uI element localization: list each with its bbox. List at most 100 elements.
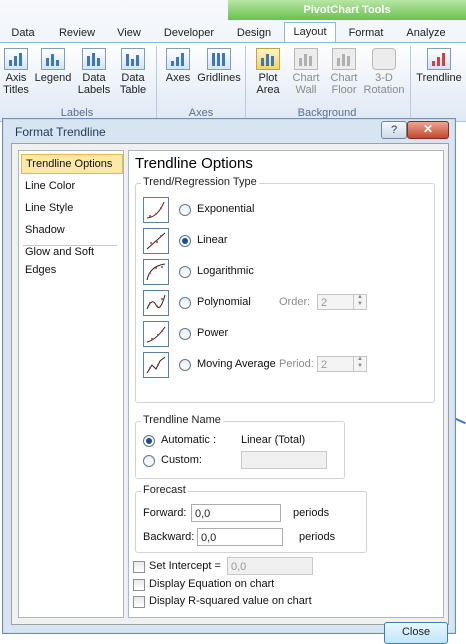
- data-labels-label: Data Labels: [77, 72, 111, 96]
- display-r-squared-checkbox[interactable]: [133, 596, 145, 608]
- set-intercept-input[interactable]: 0,0: [227, 557, 313, 575]
- nav-item-shadow[interactable]: Shadow: [21, 221, 121, 239]
- tab-data[interactable]: Data: [4, 24, 42, 42]
- display-equation-checkbox[interactable]: [133, 579, 145, 591]
- tab-analyze[interactable]: Analyze: [400, 24, 452, 42]
- gridlines-button[interactable]: Gridlines: [196, 48, 242, 84]
- trendline-icon: [427, 48, 451, 70]
- spinner-arrows-icon: ▲ ▼: [353, 356, 366, 372]
- axis-titles-label: Axis Titles: [3, 72, 29, 96]
- cube-icon: [372, 48, 396, 70]
- chart-wall-label: Chart Wall: [292, 72, 320, 96]
- forward-input[interactable]: 0,0: [191, 504, 281, 522]
- logarithmic-label: Logarithmic: [197, 265, 254, 277]
- chart-wall-button: Chart Wall: [288, 48, 324, 96]
- set-intercept-checkbox[interactable]: [133, 561, 145, 573]
- moving-average-icon: [143, 352, 169, 378]
- power-radio[interactable]: [179, 328, 191, 340]
- logarithmic-radio[interactable]: [179, 266, 191, 278]
- options-panel: Trendline Options Trend/Regression Type …: [128, 150, 444, 618]
- period-label: Period:: [279, 358, 314, 370]
- close-button[interactable]: Close: [384, 622, 448, 644]
- automatic-label: Automatic :: [161, 434, 217, 446]
- order-spinner[interactable]: 2 ▲ ▼: [317, 294, 367, 310]
- dialog-body: Trendline Options Line Color Line Style …: [11, 143, 449, 644]
- backward-label: Backward:: [143, 531, 195, 543]
- axes-label: Axes: [165, 72, 191, 84]
- nav-item-trendline-options[interactable]: Trendline Options: [21, 154, 123, 174]
- linear-label: Linear: [197, 234, 228, 246]
- exponential-radio[interactable]: [179, 204, 191, 216]
- polynomial-label: Polynomial: [197, 296, 251, 308]
- data-table-label: Data Table: [119, 72, 147, 96]
- axis-titles-icon: [4, 48, 28, 70]
- data-labels-button[interactable]: Data Labels: [74, 48, 114, 96]
- trend-type-legend: Trend/Regression Type: [141, 176, 259, 188]
- automatic-radio[interactable]: [143, 435, 155, 447]
- pivotchart-tools-band: PivotChart Tools: [228, 0, 466, 20]
- close-x-button[interactable]: ✕: [407, 121, 449, 139]
- trendline-name-group: [135, 421, 345, 479]
- trend-type-group: [135, 183, 435, 403]
- logarithmic-icon: [143, 259, 169, 285]
- trendline-name-legend: Trendline Name: [141, 414, 223, 426]
- ribbon-separator: [410, 46, 411, 118]
- automatic-name-value: Linear (Total): [241, 434, 306, 446]
- plot-area-label: Plot Area: [256, 72, 280, 96]
- tab-developer[interactable]: Developer: [158, 24, 220, 42]
- moving-average-radio[interactable]: [179, 359, 191, 371]
- legend-icon: [41, 48, 65, 70]
- exponential-icon: [143, 197, 169, 223]
- help-button[interactable]: ?: [381, 121, 407, 139]
- legend-label: Legend: [34, 72, 72, 84]
- tab-view[interactable]: View: [112, 24, 146, 42]
- power-icon: [143, 321, 169, 347]
- forward-unit: periods: [293, 507, 330, 519]
- chart-floor-icon: [332, 48, 356, 70]
- nav-item-line-color[interactable]: Line Color: [21, 177, 121, 195]
- chart-wall-icon: [294, 48, 318, 70]
- backward-input[interactable]: 0,0: [197, 528, 283, 546]
- dialog-title: Format Trendline: [15, 125, 106, 139]
- period-value: 2: [321, 359, 328, 371]
- chart-floor-button: Chart Floor: [326, 48, 362, 96]
- polynomial-radio[interactable]: [179, 297, 191, 309]
- 3d-rotation-button: 3-D Rotation: [362, 48, 406, 96]
- trendline-label: Trendline: [416, 72, 462, 84]
- plot-area-icon: [256, 48, 280, 70]
- legend-button[interactable]: Legend: [34, 48, 72, 84]
- tab-layout[interactable]: Layout: [284, 22, 336, 43]
- order-label: Order:: [279, 296, 311, 308]
- tab-review[interactable]: Review: [56, 24, 98, 42]
- period-spinner[interactable]: 2 ▲ ▼: [317, 356, 367, 372]
- polynomial-icon: [143, 290, 169, 316]
- spinner-arrows-icon: ▲ ▼: [353, 294, 366, 310]
- axes-button[interactable]: Axes: [160, 48, 196, 84]
- gridlines-label: Gridlines: [197, 72, 241, 84]
- power-label: Power: [197, 327, 229, 339]
- moving-average-label: Moving Average: [197, 358, 276, 370]
- tab-format[interactable]: Format: [342, 24, 390, 42]
- custom-radio[interactable]: [143, 455, 155, 467]
- data-labels-icon: [82, 48, 106, 70]
- data-table-icon: [121, 48, 145, 70]
- nav-item-glow[interactable]: Glow and Soft Edges: [21, 243, 121, 276]
- forward-label: Forward:: [143, 507, 187, 519]
- forecast-legend: Forecast: [141, 484, 188, 496]
- order-value: 2: [321, 297, 328, 309]
- category-nav: Trendline Options Line Color Line Style …: [18, 150, 124, 618]
- 3d-rotation-label: 3-D Rotation: [363, 72, 405, 96]
- display-equation-label: Display Equation on chart: [149, 578, 275, 590]
- plot-area-button[interactable]: Plot Area: [248, 48, 288, 96]
- data-table-button[interactable]: Data Table: [114, 48, 152, 96]
- display-r-squared-label: Display R-squared value on chart: [149, 595, 312, 607]
- custom-name-input[interactable]: [241, 451, 327, 469]
- linear-radio[interactable]: [179, 235, 191, 247]
- linear-icon: [143, 228, 169, 254]
- tab-design[interactable]: Design: [232, 24, 276, 42]
- nav-item-line-style[interactable]: Line Style: [21, 199, 121, 217]
- axis-titles-button[interactable]: Axis Titles: [0, 48, 32, 96]
- exponential-label: Exponential: [197, 203, 255, 215]
- trendline-button[interactable]: Trendline: [414, 48, 464, 84]
- chart-floor-label: Chart Floor: [330, 72, 358, 96]
